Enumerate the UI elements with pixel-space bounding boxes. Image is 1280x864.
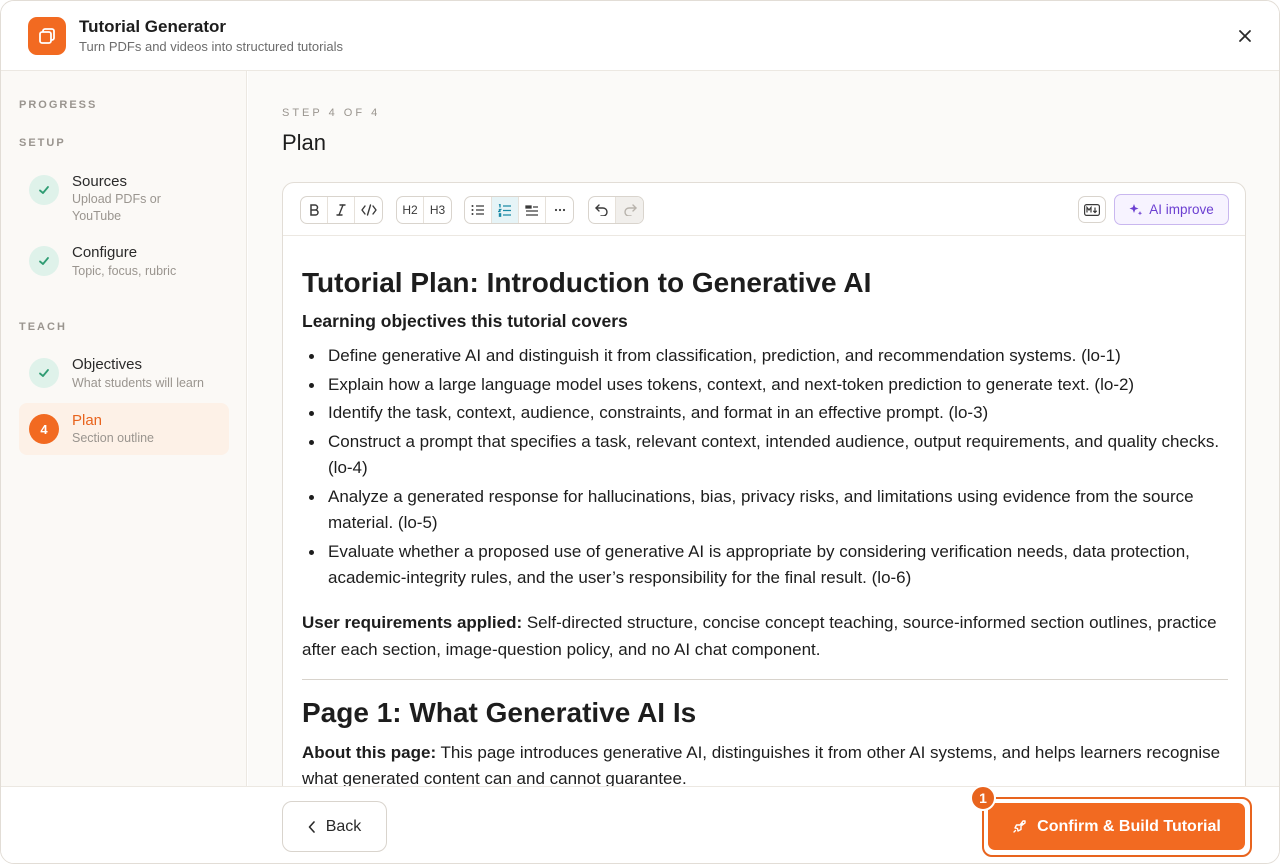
step-description: Upload PDFs or YouTube: [72, 192, 161, 223]
divider: [302, 679, 1228, 680]
step-description: Topic, focus, rubric: [72, 264, 177, 278]
list-item: Explain how a large language model uses …: [309, 372, 1228, 399]
italic-button[interactable]: [328, 197, 355, 223]
blockquote-button[interactable]: [519, 197, 546, 223]
markdown-toggle-button[interactable]: [1078, 196, 1106, 223]
progress-sidebar: PROGRESS SETUP Sources Upload PDFs or Yo…: [1, 71, 247, 787]
step-title: Sources: [72, 173, 128, 190]
modal-footer: Back Confirm & Build Tutorial 1: [1, 785, 1279, 863]
ai-improve-label: AI improve: [1149, 202, 1214, 217]
sidebar-step-sources[interactable]: Sources Upload PDFs or YouTube: [19, 165, 229, 227]
back-label: Back: [325, 817, 362, 835]
h3-label: H3: [429, 203, 446, 217]
sidebar-step-objectives[interactable]: Objectives What students will learn: [19, 349, 229, 399]
check-icon: [39, 186, 49, 194]
list-item: Analyze a generated response for halluci…: [309, 484, 1228, 537]
bold-icon: [310, 204, 319, 216]
setup-section-label: SETUP: [19, 137, 66, 149]
sidebar-step-plan[interactable]: 4 Plan Section outline: [19, 403, 229, 455]
code-icon: [360, 204, 377, 216]
requirements-paragraph: User requirements applied: Self-directed…: [302, 609, 1228, 663]
quote-icon: [525, 205, 538, 216]
format-group: [300, 196, 383, 224]
code-button[interactable]: [355, 197, 382, 223]
ordered-list-button[interactable]: [492, 197, 519, 223]
plan-heading: Tutorial Plan: Introduction to Generativ…: [302, 267, 872, 298]
redo-button[interactable]: [616, 197, 643, 223]
page-title: Plan: [282, 130, 327, 155]
step-number-badge: 4: [29, 414, 59, 444]
undo-icon: [595, 204, 608, 216]
heading-group: H2 H3: [396, 196, 452, 224]
editor-toolbar: H2 H3 AI improve: [283, 183, 1245, 236]
step-title: Plan: [72, 412, 103, 429]
rocket-icon: [1013, 820, 1026, 833]
list-group: [464, 196, 574, 224]
objectives-heading: Learning objectives this tutorial covers: [302, 311, 628, 331]
page1-heading: Page 1: What Generative AI Is: [302, 697, 697, 728]
sparkle-icon: [1129, 203, 1143, 215]
italic-icon: [336, 204, 346, 216]
progress-label: PROGRESS: [19, 99, 98, 111]
more-icon: [554, 208, 565, 212]
bullet-list-button[interactable]: [465, 197, 492, 223]
check-icon: [39, 257, 49, 265]
step-title: Objectives: [72, 356, 143, 373]
about-label: About this page:: [302, 743, 437, 762]
undo-button[interactable]: [589, 197, 616, 223]
about-text: This page introduces generative AI, dist…: [302, 743, 1221, 788]
confirm-build-button[interactable]: Confirm & Build Tutorial: [988, 803, 1245, 850]
app-title: Tutorial Generator: [79, 17, 227, 36]
history-group: [588, 196, 644, 224]
more-button[interactable]: [546, 197, 573, 223]
close-icon: [1239, 30, 1251, 42]
bullet-list-icon: [471, 205, 484, 215]
requirements-label: User requirements applied:: [302, 613, 523, 632]
chevron-left-icon: [308, 820, 315, 833]
close-button[interactable]: [1231, 23, 1259, 49]
app-logo-icon: [28, 17, 66, 55]
ordered-list-icon: [498, 203, 511, 217]
h2-label: H2: [402, 203, 418, 217]
sidebar-step-configure[interactable]: Configure Topic, focus, rubric: [19, 237, 229, 287]
modal-header: Tutorial Generator Turn PDFs and videos …: [1, 1, 1279, 71]
redo-icon: [623, 204, 637, 216]
app-subtitle: Turn PDFs and videos into structured tut…: [79, 39, 343, 54]
markdown-icon: [1084, 203, 1100, 216]
tutorial-generator-modal: Tutorial Generator Turn PDFs and videos …: [0, 0, 1280, 864]
back-button[interactable]: Back: [282, 801, 387, 852]
step-description: Section outline: [72, 431, 155, 445]
step-indicator-badge: 1: [970, 785, 996, 811]
list-item: Define generative AI and distinguish it …: [309, 343, 1228, 370]
plan-editor[interactable]: H2 H3 AI improve Tutorial Plan: Introduc…: [282, 182, 1246, 822]
objectives-list: Define generative AI and distinguish it …: [309, 343, 1228, 594]
step-counter: STEP 4 OF 4: [282, 107, 381, 119]
confirm-label: Confirm & Build Tutorial: [1037, 817, 1221, 835]
list-item: Construct a prompt that specifies a task…: [309, 429, 1228, 482]
ai-improve-button[interactable]: AI improve: [1114, 194, 1229, 225]
main-panel: STEP 4 OF 4 Plan H2 H3 AI improve Tutori…: [248, 71, 1279, 822]
check-icon: [39, 369, 49, 377]
h2-button[interactable]: H2: [397, 197, 424, 223]
list-item: Evaluate whether a proposed use of gener…: [309, 539, 1228, 592]
about-paragraph: About this page: This page introduces ge…: [302, 740, 1228, 792]
step-done-badge: [29, 358, 59, 388]
step-done-badge: [29, 175, 59, 205]
teach-section-label: TEACH: [19, 321, 67, 333]
step-title: Configure: [72, 244, 138, 261]
list-item: Identify the task, context, audience, co…: [309, 400, 1228, 427]
step-done-badge: [29, 246, 59, 276]
step-description: What students will learn: [72, 376, 205, 390]
bold-button[interactable]: [301, 197, 328, 223]
h3-button[interactable]: H3: [424, 197, 451, 223]
